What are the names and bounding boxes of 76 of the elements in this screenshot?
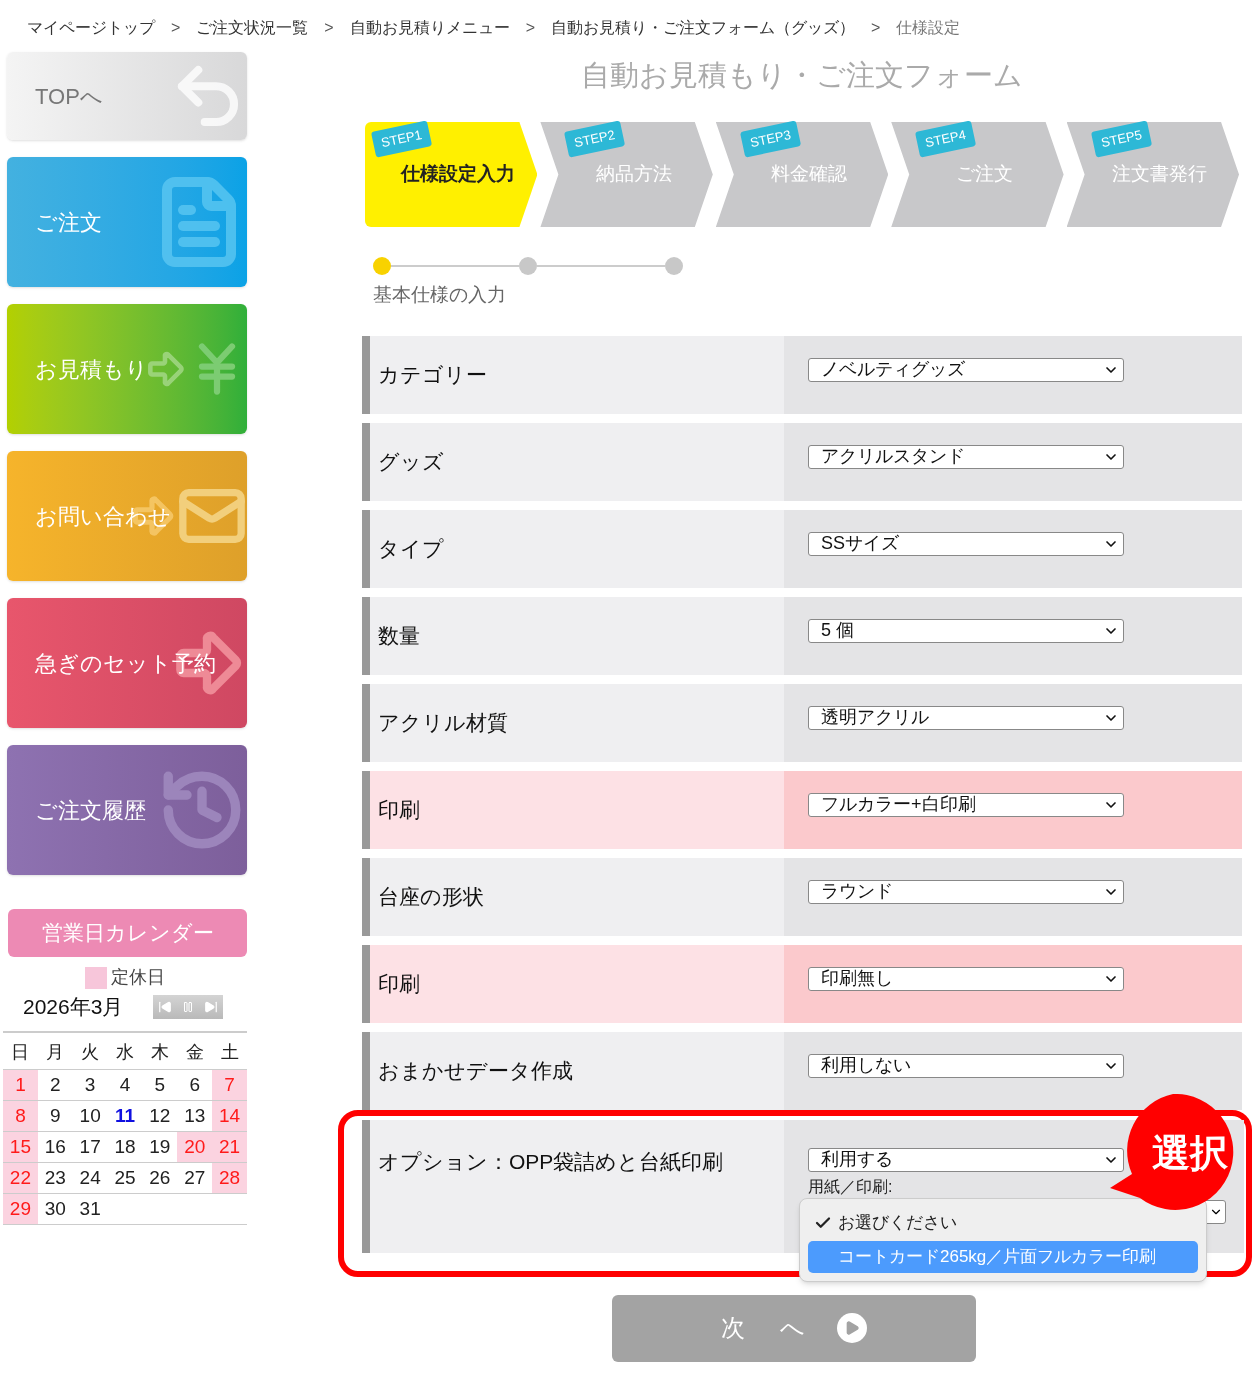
calendar-day: 15 [3, 1132, 38, 1162]
calendar-day: 4 [107, 1070, 143, 1100]
calendar-day: 9 [37, 1101, 73, 1131]
breadcrumb-link[interactable]: 仕様設定 [896, 16, 961, 40]
calendar-day: 13 [177, 1101, 213, 1131]
calendar-day: 30 [37, 1194, 73, 1224]
calendar-day: 5 [142, 1070, 178, 1100]
select-field[interactable]: フルカラー+白印刷 [808, 792, 1124, 817]
weekday-label: 月 [45, 1040, 66, 1064]
weekday-label: 水 [115, 1040, 135, 1064]
weekday-label: 日 [10, 1040, 31, 1064]
legend-label: 定休日 [111, 966, 165, 989]
field-label-cell: 数量 [362, 596, 784, 675]
field-label-cell: カテゴリー [362, 335, 784, 414]
field-label-cell: 台座の形状 [362, 857, 784, 936]
calendar-day: 23 [37, 1163, 73, 1193]
breadcrumb-link[interactable]: 自動お見積りメニュー [349, 16, 510, 40]
calendar-day: 24 [72, 1163, 108, 1193]
sub-field-label: 用紙／印刷: [808, 1177, 894, 1196]
calendar-day: 7 [212, 1070, 247, 1100]
sidebar-nav-button[interactable]: 急ぎのセット予約 [7, 598, 247, 728]
dropdown-option[interactable]: お選びください [808, 1206, 1198, 1239]
calendar-day: 17 [72, 1132, 108, 1162]
calendar-day: 22 [3, 1163, 38, 1193]
sidebar-nav-button[interactable]: ご注文履歴 [7, 745, 247, 875]
field-label-cell: アクリル材質 [362, 683, 784, 762]
calendar-month: 2026年3月 [23, 994, 124, 1021]
field-label-cell: グッズ [362, 422, 784, 501]
breadcrumb-link[interactable]: マイページトップ [27, 16, 155, 40]
weekday-label: 金 [184, 1040, 205, 1064]
select-field[interactable]: 利用しない [808, 1053, 1124, 1078]
select-field[interactable]: アクリルスタンド [808, 444, 1124, 469]
field-label-cell: オプション：OPP袋詰めと台紙印刷 [362, 1119, 784, 1253]
select-field[interactable]: ラウンド [808, 879, 1124, 904]
calendar-day: 27 [177, 1163, 213, 1193]
progress-label: 基本仕様の入力 [373, 283, 507, 307]
breadcrumb-link[interactable]: 自動お見積り・ご注文フォーム（グッズ） [551, 16, 856, 40]
breadcrumb-separator: > [324, 18, 334, 38]
select-field[interactable]: 印刷無し [808, 966, 1124, 991]
breadcrumb-separator: > [525, 18, 536, 38]
select-field[interactable]: 透明アクリル [808, 705, 1124, 730]
field-label-cell: 印刷 [362, 770, 784, 849]
calendar-day: 16 [37, 1132, 73, 1162]
calendar-day: 21 [212, 1132, 247, 1162]
calendar-day: 3 [72, 1070, 108, 1100]
calendar-day: 6 [177, 1070, 213, 1100]
calendar-day: 10 [72, 1101, 108, 1131]
weekday-label: 木 [149, 1040, 170, 1064]
calendar-day: 19 [142, 1132, 178, 1162]
calendar-day: 2 [37, 1070, 73, 1100]
field-label-cell: おまかせデータ作成 [362, 1031, 784, 1110]
select-field[interactable]: SSサイズ [808, 531, 1124, 556]
weekday-label: 土 [219, 1040, 240, 1064]
calendar-day: 18 [107, 1132, 143, 1162]
breadcrumb-link[interactable]: ご注文状況一覧 [196, 16, 309, 40]
calendar-day: 28 [212, 1163, 247, 1193]
select-field[interactable]: ノベルティグッズ [808, 357, 1124, 382]
calendar-day: 8 [3, 1101, 38, 1131]
breadcrumb-separator: > [871, 18, 881, 38]
field-label-cell: タイプ [362, 509, 784, 588]
select-field[interactable]: 利用する [808, 1147, 1124, 1172]
sidebar-nav-button[interactable]: TOPへ [7, 52, 247, 140]
calendar-day: 26 [142, 1163, 178, 1193]
select-field[interactable]: 5 個 [808, 618, 1124, 643]
calendar-day: 25 [107, 1163, 143, 1193]
weekday-label: 火 [80, 1040, 101, 1064]
breadcrumb-separator: > [171, 18, 181, 38]
calendar-day: 12 [142, 1101, 178, 1131]
calendar-day: 11 [107, 1101, 143, 1131]
calendar-day: 29 [3, 1194, 38, 1224]
calendar-day: 1 [3, 1070, 38, 1100]
form-title: 自動お見積もり・ご注文フォーム [580, 58, 1024, 93]
calendar-day: 20 [177, 1132, 213, 1162]
calendar-day: 31 [72, 1194, 108, 1224]
calendar-day: 14 [212, 1101, 247, 1131]
field-label-cell: 印刷 [362, 944, 784, 1023]
